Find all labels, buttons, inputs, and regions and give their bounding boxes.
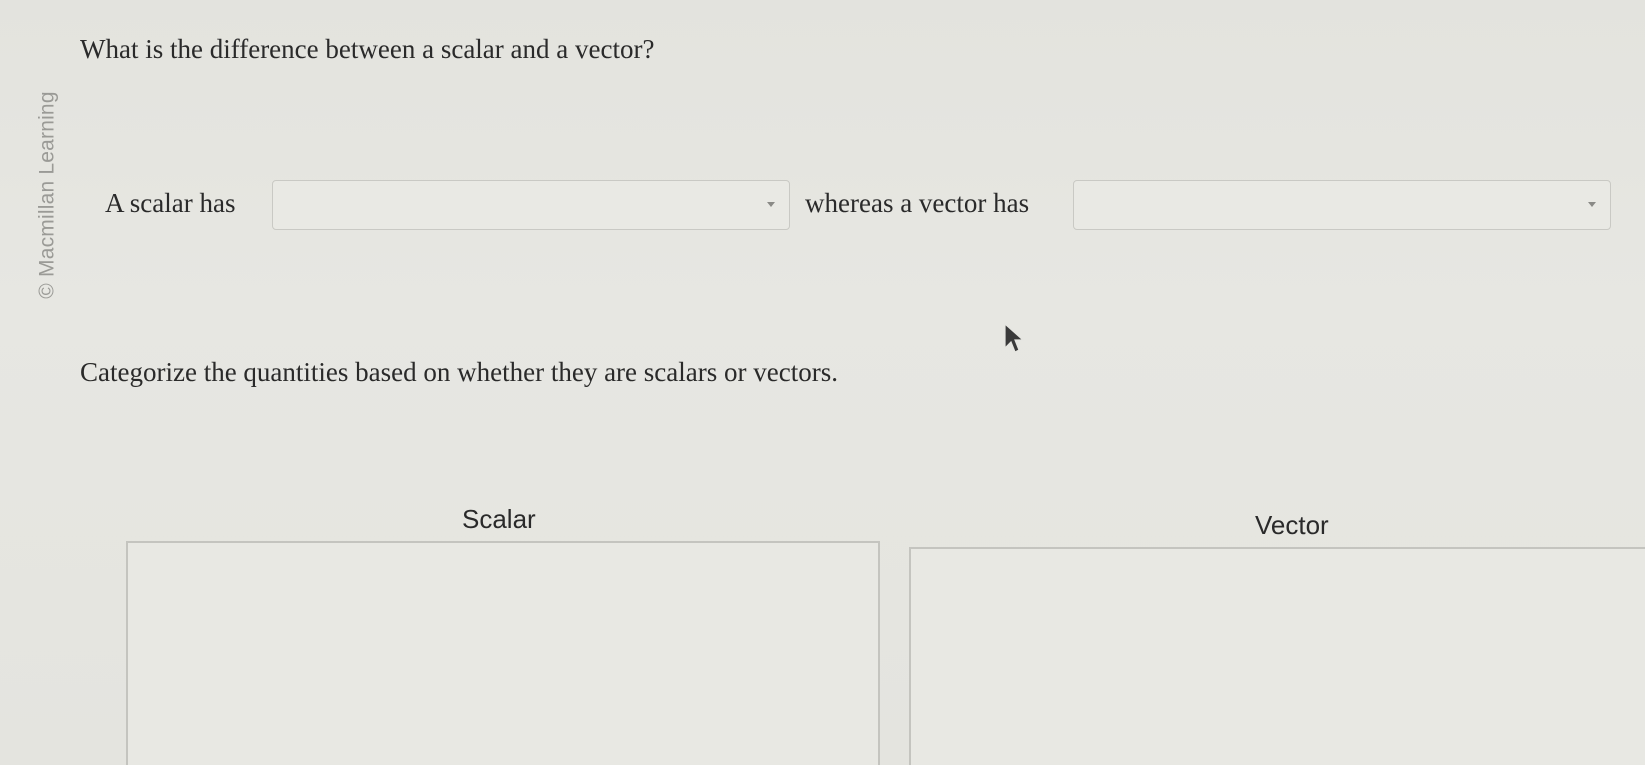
- fill-in-sentence: A scalar has whereas a vector has: [105, 180, 1625, 236]
- vector-drop-zone[interactable]: [909, 547, 1645, 765]
- copyright-text: © Macmillan Learning: [36, 91, 59, 299]
- question-text: What is the difference between a scalar …: [80, 34, 655, 64]
- sentence-part-2: whereas a vector has: [805, 188, 1030, 218]
- instruction-text: Categorize the quantities based on wheth…: [80, 357, 838, 387]
- vector-bin-label: Vector: [1255, 510, 1329, 540]
- scalar-drop-zone[interactable]: [126, 541, 880, 765]
- screen: © Macmillan Learning What is the differe…: [0, 0, 1645, 765]
- sentence-part-1: A scalar has: [105, 188, 236, 218]
- mouse-pointer-icon: [1004, 322, 1025, 353]
- copyright-notice: © Macmillan Learning: [28, 75, 68, 315]
- scalar-bin-label: Scalar: [462, 504, 536, 534]
- chevron-down-icon: [1588, 202, 1596, 207]
- chevron-down-icon: [767, 202, 775, 207]
- vector-property-dropdown[interactable]: [1073, 180, 1611, 230]
- scalar-property-dropdown[interactable]: [272, 180, 790, 230]
